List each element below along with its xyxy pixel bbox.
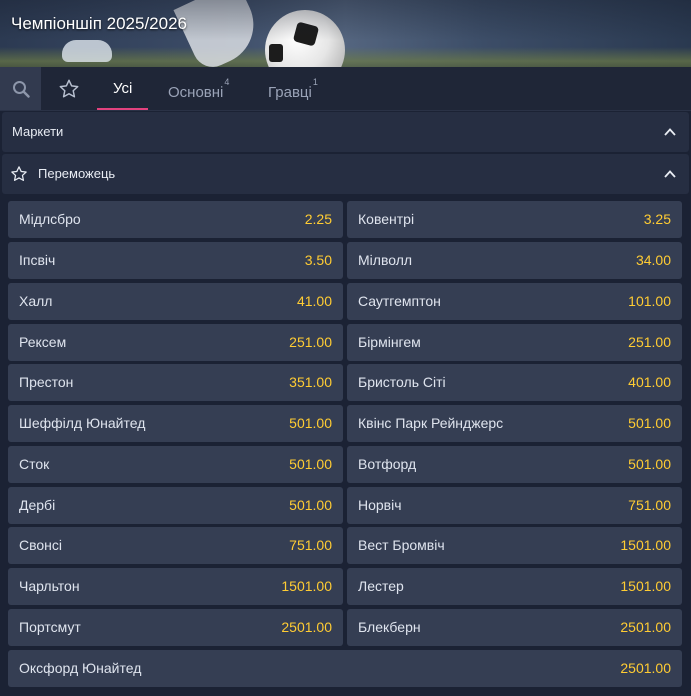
winner-label: Переможець	[38, 166, 116, 181]
outcome-odd: 251.00	[289, 334, 332, 350]
outcome-cell[interactable]: Дербі 501.00	[8, 487, 343, 524]
outcome-cell[interactable]: Шеффілд Юнайтед 501.00	[8, 405, 343, 442]
outcome-name: Мідлсбро	[19, 211, 81, 227]
outcome-name: Саутгемптон	[358, 293, 441, 309]
outcome-name: Бірмінгем	[358, 334, 421, 350]
outcome-name: Вотфорд	[358, 456, 417, 472]
outcome-cell[interactable]: Портсмут 2501.00	[8, 609, 343, 646]
tab-main[interactable]: Основні4	[168, 67, 229, 110]
favorites-button[interactable]	[50, 67, 88, 110]
outcome-odd: 751.00	[628, 497, 671, 513]
star-icon[interactable]	[10, 165, 28, 183]
outcome-odd: 501.00	[628, 415, 671, 431]
outcome-name: Бристоль Сіті	[358, 374, 446, 390]
tab-label: Гравці	[268, 84, 312, 101]
star-icon	[59, 79, 79, 98]
outcome-cell[interactable]: Бристоль Сіті 401.00	[347, 364, 682, 401]
tab-bar: Усі Основні4 Гравці1	[0, 67, 691, 111]
outcome-cell[interactable]: Саутгемптон 101.00	[347, 283, 682, 320]
outcome-odd: 501.00	[289, 456, 332, 472]
search-icon	[12, 80, 30, 98]
outcome-cell[interactable]: Блекберн 2501.00	[347, 609, 682, 646]
markets-section-header[interactable]: Маркети	[2, 112, 689, 152]
tab-players[interactable]: Гравці1	[268, 67, 318, 110]
outcome-name: Норвіч	[358, 497, 402, 513]
page-title: Чемпіоншіп 2025/2026	[11, 14, 188, 33]
outcome-name: Ковентрі	[358, 211, 415, 227]
tab-badge: 1	[312, 77, 318, 87]
winner-section-header[interactable]: Переможець	[2, 154, 689, 194]
outcome-cell[interactable]: Чарльтон 1501.00	[8, 568, 343, 605]
tab-badge: 4	[224, 77, 230, 87]
outcome-name: Мілволл	[358, 252, 413, 268]
outcome-cell[interactable]: Норвіч 751.00	[347, 487, 682, 524]
chevron-up-icon[interactable]	[663, 125, 677, 139]
outcome-name: Шеффілд Юнайтед	[19, 415, 146, 431]
outcome-odd: 401.00	[628, 374, 671, 390]
outcome-cell[interactable]: Бірмінгем 251.00	[347, 324, 682, 361]
outcome-odd: 2501.00	[620, 660, 671, 676]
outcome-cell[interactable]: Престон 351.00	[8, 364, 343, 401]
outcome-cell[interactable]: Квінс Парк Рейнджерс 501.00	[347, 405, 682, 442]
outcome-name: Лестер	[358, 578, 404, 594]
outcome-odd: 1501.00	[281, 578, 332, 594]
outcome-cell[interactable]: Мілволл 34.00	[347, 242, 682, 279]
outcome-odd: 501.00	[289, 497, 332, 513]
outcome-name: Сток	[19, 456, 50, 472]
outcome-odd: 101.00	[628, 293, 671, 309]
outcome-cell[interactable]: Мідлсбро 2.25	[8, 201, 343, 238]
outcome-name: Блекберн	[358, 619, 421, 635]
outcome-cell[interactable]: Лестер 1501.00	[347, 568, 682, 605]
outcome-cell[interactable]: Іпсвіч 3.50	[8, 242, 343, 279]
outcome-cell[interactable]: Вест Бромвіч 1501.00	[347, 527, 682, 564]
outcome-odd: 3.50	[304, 252, 332, 268]
outcome-odd: 1501.00	[620, 578, 671, 594]
outcome-name: Чарльтон	[19, 578, 80, 594]
outcome-cell[interactable]: Сток 501.00	[8, 446, 343, 483]
outcome-cell[interactable]: Ковентрі 3.25	[347, 201, 682, 238]
search-button[interactable]	[0, 67, 41, 110]
outcome-odd: 2501.00	[620, 619, 671, 635]
outcome-name: Престон	[19, 374, 74, 390]
outcome-odd: 501.00	[628, 456, 671, 472]
outcome-odd: 2.25	[304, 211, 332, 227]
outcome-odd: 2501.00	[281, 619, 332, 635]
outcome-cell[interactable]: Халл 41.00	[8, 283, 343, 320]
outcome-name: Портсмут	[19, 619, 81, 635]
outcome-cell[interactable]: Оксфорд Юнайтед 2501.00	[8, 650, 682, 687]
tab-all[interactable]: Усі	[96, 67, 150, 110]
outcome-odd: 3.25	[643, 211, 671, 227]
outcome-odd: 1501.00	[620, 537, 671, 553]
outcome-odd: 41.00	[296, 293, 332, 309]
tab-label: Основні	[168, 84, 224, 101]
outcome-odd: 751.00	[289, 537, 332, 553]
chevron-up-icon[interactable]	[663, 167, 677, 181]
outcome-odd: 351.00	[289, 374, 332, 390]
outcome-name: Оксфорд Юнайтед	[19, 660, 142, 676]
outcome-name: Халл	[19, 293, 53, 309]
outcome-name: Свонсі	[19, 537, 63, 553]
tab-label: Усі	[113, 80, 133, 97]
outcome-name: Рексем	[19, 334, 67, 350]
outcome-odd: 34.00	[635, 252, 671, 268]
outcome-name: Дербі	[19, 497, 56, 513]
outcome-name: Іпсвіч	[19, 252, 56, 268]
outcome-cell[interactable]: Рексем 251.00	[8, 324, 343, 361]
markets-label: Маркети	[12, 124, 64, 139]
outcome-odd: 501.00	[289, 415, 332, 431]
outcome-cell[interactable]: Свонсі 751.00	[8, 527, 343, 564]
header-banner: Чемпіоншіп 2025/2026	[0, 0, 691, 67]
outcome-odd: 251.00	[628, 334, 671, 350]
outcome-name: Вест Бромвіч	[358, 537, 445, 553]
outcome-name: Квінс Парк Рейнджерс	[358, 415, 504, 431]
outcome-cell[interactable]: Вотфорд 501.00	[347, 446, 682, 483]
